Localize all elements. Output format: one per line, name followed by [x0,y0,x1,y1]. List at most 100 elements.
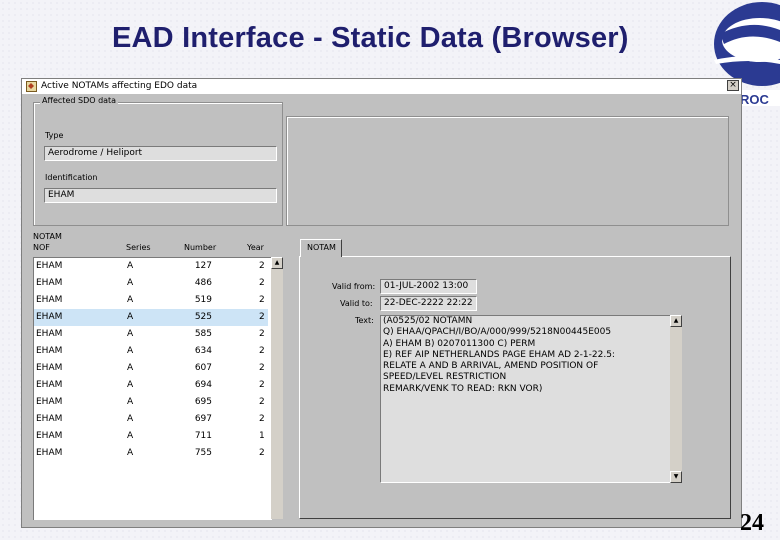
column-header-nof[interactable]: NOF [33,243,50,252]
affected-sdo-group: Affected SDO data [33,96,283,226]
cell-number: 486 [194,278,212,288]
notam-text-line: REMARK/VENK TO READ: RKN VOR) [383,383,543,394]
notam-text-line: Q) EHAA/QPACH/I/BO/A/000/999/5218N00445E… [383,327,612,338]
cell-number: 585 [194,329,212,339]
notam-window: Active NOTAMs affecting EDO data × Affec… [21,78,742,528]
page-number: 24 [740,510,764,536]
window-titlebar[interactable]: Active NOTAMs affecting EDO data × [22,79,741,94]
cell-number: 755 [194,448,212,458]
table-row[interactable]: EHAM A 634 2 [34,343,268,360]
cell-series: A [127,448,134,458]
notam-text-line: RELATE A AND B ARRIVAL, AMEND POSITION O… [383,361,599,372]
cell-nof: EHAM [36,278,63,288]
cell-number: 694 [194,380,212,390]
logo-text: ROC [740,92,770,107]
column-header-year[interactable]: Year [247,243,264,252]
valid-to-field[interactable]: 22-DEC-2222 22:22 [380,296,477,311]
cell-series: A [127,431,134,441]
text-scrollbar[interactable]: ▲ ▼ [670,315,682,483]
cell-series: A [127,346,134,356]
cell-nof: EHAM [36,363,63,373]
type-label: Type [45,131,64,140]
cell-series: A [127,380,134,390]
identification-field[interactable]: EHAM [44,188,277,203]
identification-label: Identification [45,173,98,182]
cell-number: 634 [194,346,212,356]
scroll-up-arrow-icon[interactable]: ▲ [271,257,283,269]
notam-list: EHAM A 127 2 EHAM A 486 2 EHAM A 519 2 EHAM A 525 2 EHAM… [33,257,272,520]
cell-series: A [127,414,134,424]
table-row[interactable]: EHAM A 585 2 [34,326,268,343]
cell-series: A [127,312,134,322]
cell-nof: EHAM [36,380,63,390]
cell-series: A [127,397,134,407]
cell-nof: EHAM [36,346,63,356]
cell-series: A [127,329,134,339]
valid-to-label: Valid to: [340,299,373,308]
cell-year: 2 [259,448,265,458]
cell-year: 2 [259,414,265,424]
cell-series: A [127,295,134,305]
valid-from-field[interactable]: 01-JUL-2002 13:00 [380,279,477,294]
tab-notam[interactable]: NOTAM [300,239,342,257]
cell-nof: EHAM [36,397,63,407]
column-header-number[interactable]: Number [184,243,216,252]
cell-nof: EHAM [36,414,63,424]
cell-year: 1 [259,431,265,441]
notam-text-line: A) EHAM B) 0207011300 C) PERM [383,338,536,349]
cell-year: 2 [259,397,265,407]
column-header-series[interactable]: Series [126,243,151,252]
table-row[interactable]: EHAM A 525 2 [34,309,268,326]
table-row[interactable]: EHAM A 694 2 [34,377,268,394]
cell-nof: EHAM [36,448,63,458]
cell-number: 607 [194,363,212,373]
cell-year: 2 [259,295,265,305]
cell-year: 2 [259,278,265,288]
cell-number: 525 [194,312,212,322]
cell-year: 2 [259,312,265,322]
cell-year: 2 [259,261,265,271]
table-row[interactable]: EHAM A 695 2 [34,394,268,411]
cell-number: 519 [194,295,212,305]
slide-title: EAD Interface - Static Data (Browser) [112,22,629,54]
cell-number: 697 [194,414,212,424]
cell-series: A [127,261,134,271]
cell-year: 2 [259,329,265,339]
cell-year: 2 [259,346,265,356]
empty-detail-panel [286,116,729,226]
app-icon [26,81,37,92]
text-scroll-down-arrow-icon[interactable]: ▼ [670,471,682,483]
cell-year: 2 [259,380,265,390]
cell-nof: EHAM [36,295,63,305]
notam-text-line: SPEED/LEVEL RESTRICTION [383,372,507,383]
table-row[interactable]: EHAM A 519 2 [34,292,268,309]
notam-text-area[interactable]: (A0525/02 NOTAMN Q) EHAA/QPACH/I/BO/A/000… [380,315,682,483]
cell-series: A [127,278,134,288]
notam-section-label: NOTAM [33,232,62,241]
cell-nof: EHAM [36,329,63,339]
cell-year: 2 [259,363,265,373]
table-row[interactable]: EHAM A 755 2 [34,445,268,462]
cell-number: 711 [194,431,212,441]
notam-text-line: E) REF AIP NETHERLANDS PAGE EHAM AD 2-1-… [383,349,615,360]
valid-from-label: Valid from: [332,282,376,291]
affected-sdo-group-label: Affected SDO data [40,96,119,105]
cell-number: 127 [194,261,212,271]
text-label: Text: [355,316,374,325]
table-row[interactable]: EHAM A 697 2 [34,411,268,428]
cell-nof: EHAM [36,431,63,441]
text-scroll-up-arrow-icon[interactable]: ▲ [670,315,682,327]
table-row[interactable]: EHAM A 711 1 [34,428,268,445]
type-field[interactable]: Aerodrome / Heliport [44,146,277,161]
cell-number: 695 [194,397,212,407]
cell-series: A [127,363,134,373]
notam-text-line: (A0525/02 NOTAMN [383,316,473,326]
window-title: Active NOTAMs affecting EDO data [41,81,198,91]
cell-nof: EHAM [36,261,63,271]
list-scrollbar[interactable]: ▲ [271,257,283,519]
close-button[interactable]: × [727,80,739,91]
table-row[interactable]: EHAM A 607 2 [34,360,268,377]
table-row[interactable]: EHAM A 127 2 [34,258,268,275]
cell-nof: EHAM [36,312,63,322]
table-row[interactable]: EHAM A 486 2 [34,275,268,292]
